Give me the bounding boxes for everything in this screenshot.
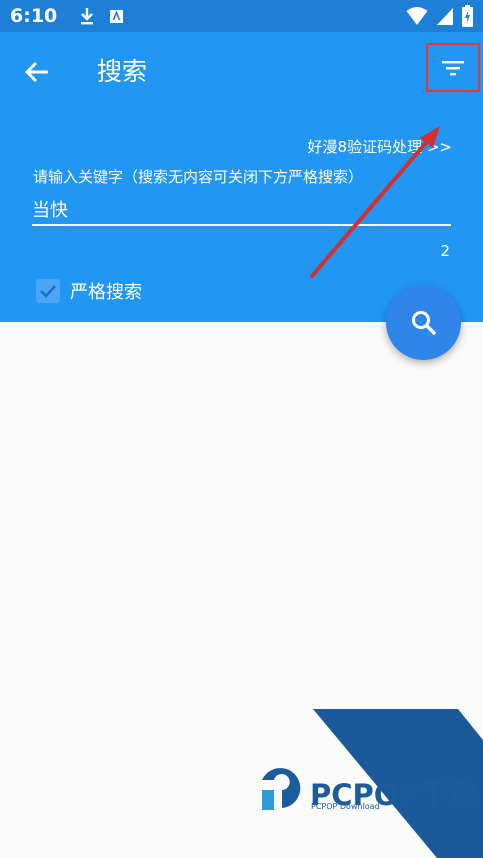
watermark-subtitle: PCPOP Download [311,802,380,811]
watermark-background-shape [262,709,483,858]
